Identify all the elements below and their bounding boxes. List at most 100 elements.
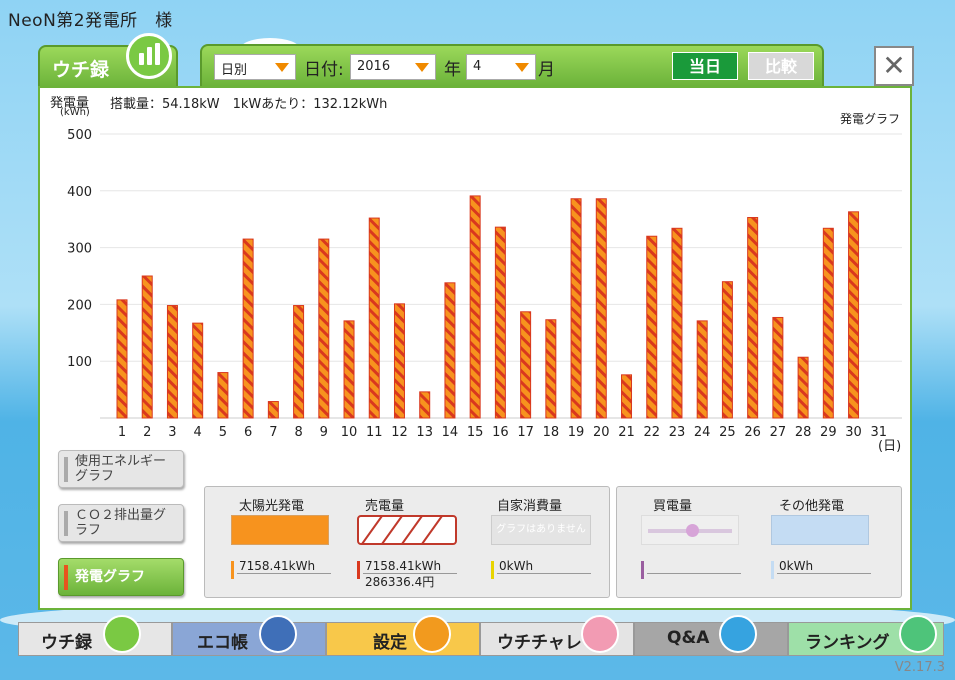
generation-bar-chart: 100200300400500 1 2 3 4 5 6 7 8 9 10 11 12 13 14 15 16 1… (67, 128, 902, 454)
bar-day-17[interactable] (520, 311, 532, 419)
bar-day-10[interactable] (343, 320, 355, 419)
tab-uchiroku[interactable]: ウチ録 (38, 33, 178, 87)
legend-solar-swatch (231, 515, 329, 545)
bar-day-12[interactable] (393, 303, 405, 419)
bar-day-23[interactable] (671, 227, 683, 419)
bar-day-22[interactable] (646, 235, 658, 419)
year-select[interactable]: 2016 (350, 54, 436, 80)
legend-bought-title: 買電量 (653, 499, 693, 514)
legend-self-mark (491, 561, 494, 579)
capacity-info: 搭載量：54.18kW 1kWあたり：132.12kWh (110, 97, 388, 112)
x-tick-label: 8 (294, 425, 302, 440)
energy-usage-graph-label: 使用エネルギーグラフ (75, 454, 167, 484)
toolbar: 日別 日付: 2016 年 4 月 当日 比較 (200, 44, 824, 86)
bar-day-19[interactable] (570, 198, 582, 419)
bar-day-25[interactable] (721, 281, 733, 419)
nav-ranking[interactable]: ランキング (788, 615, 944, 656)
bar-day-27[interactable] (772, 316, 784, 419)
bar-chart-icon (103, 615, 141, 653)
bar-day-4[interactable] (192, 322, 204, 419)
bar-day-7[interactable] (267, 401, 279, 419)
legend-solar-title: 太陽光発電 (239, 499, 305, 514)
nav-ecocho[interactable]: エコ帳 (172, 615, 326, 656)
bar-chart-icon (126, 33, 172, 79)
x-tick-label: 28 (795, 425, 812, 440)
crown-icon (899, 615, 937, 653)
co2-graph-button[interactable]: ＣＯ２排出量グラフ (58, 504, 184, 542)
year-select-value: 2016 (357, 59, 391, 74)
legend-bought-swatch (641, 515, 739, 545)
tab-label: ウチ録 (52, 59, 110, 81)
energy-usage-graph-button[interactable]: 使用エネルギーグラフ (58, 450, 184, 488)
nav-qa[interactable]: Q&A (634, 615, 788, 656)
bar-day-13[interactable] (419, 391, 431, 419)
legend-solar-value: 7158.41kWh (239, 559, 316, 573)
nav-uchichare[interactable]: ウチチャレ (480, 615, 634, 656)
legend-solar-mark (231, 561, 234, 579)
bar-day-16[interactable] (494, 226, 506, 419)
x-tick-label: 9 (320, 425, 328, 440)
x-tick-label: 11 (366, 425, 383, 440)
x-tick-label: 22 (643, 425, 660, 440)
nav-ecocho-label: エコ帳 (197, 633, 248, 653)
x-tick-label: 30 (845, 425, 862, 440)
bar-day-14[interactable] (444, 282, 456, 419)
y-tick-label: 200 (67, 298, 92, 313)
nav-settings-label: 設定 (373, 633, 407, 653)
bar-day-9[interactable] (318, 238, 330, 419)
bar-day-21[interactable] (621, 374, 633, 419)
divider (647, 573, 741, 574)
period-select[interactable]: 日別 (214, 54, 296, 80)
bar-day-8[interactable] (293, 305, 305, 419)
month-select[interactable]: 4 (466, 54, 536, 80)
bar-day-29[interactable] (822, 227, 834, 419)
x-tick-label: 16 (492, 425, 509, 440)
legend-other-mark (771, 561, 774, 579)
legend-sold-value: 7158.41kWh (365, 559, 442, 573)
y-tick-label: 100 (67, 355, 92, 370)
month-unit: 月 (538, 60, 555, 80)
nav-ranking-label: ランキング (805, 633, 890, 653)
wrench-icon (413, 615, 451, 653)
bar-day-11[interactable] (368, 217, 380, 419)
bar-day-1[interactable] (116, 299, 128, 419)
compare-button[interactable]: 比較 (748, 52, 814, 80)
x-tick-label: 2 (143, 425, 151, 440)
chevron-down-icon (515, 63, 529, 72)
nav-settings[interactable]: 設定 (326, 615, 480, 656)
bar-day-18[interactable] (545, 319, 557, 419)
graph-panel: 発電量 (kWh) 搭載量：54.18kW 1kWあたり：132.12kWh 発… (38, 86, 912, 610)
today-button[interactable]: 当日 (672, 52, 738, 80)
close-button[interactable]: ✕ (874, 46, 914, 86)
x-tick-label: 5 (219, 425, 227, 440)
month-select-value: 4 (473, 59, 482, 74)
bar-day-5[interactable] (217, 372, 229, 419)
period-select-value: 日別 (221, 63, 248, 78)
bar-day-20[interactable] (595, 198, 607, 419)
indicator-bar (64, 457, 68, 482)
bar-day-2[interactable] (141, 275, 153, 419)
version-label: V2.17.3 (894, 660, 945, 675)
bar-day-15[interactable] (469, 195, 481, 419)
bar-day-28[interactable] (797, 356, 809, 419)
bar-day-26[interactable] (747, 216, 759, 419)
x-tick-label: 25 (719, 425, 736, 440)
x-tick-label: 4 (194, 425, 202, 440)
nav-uchiroku[interactable]: ウチ録 (18, 615, 172, 656)
x-tick-label: 13 (416, 425, 433, 440)
x-tick-label: 14 (442, 425, 459, 440)
bar-day-6[interactable] (242, 238, 254, 419)
x-tick-label: 19 (568, 425, 585, 440)
co2-graph-label: ＣＯ２排出量グラフ (75, 508, 167, 538)
generation-graph-button[interactable]: 発電グラフ (58, 558, 184, 596)
date-label: 日付: (304, 60, 344, 80)
question-icon (719, 615, 757, 653)
legend-self-title: 自家消費量 (497, 499, 563, 514)
bar-day-3[interactable] (166, 305, 178, 419)
chevron-down-icon (415, 63, 429, 72)
y-axis-unit: (kWh) (60, 107, 90, 118)
x-tick-label: 20 (593, 425, 610, 440)
legend-self-value: 0kWh (499, 559, 534, 573)
bar-day-24[interactable] (696, 320, 708, 419)
bar-day-30[interactable] (848, 211, 860, 419)
